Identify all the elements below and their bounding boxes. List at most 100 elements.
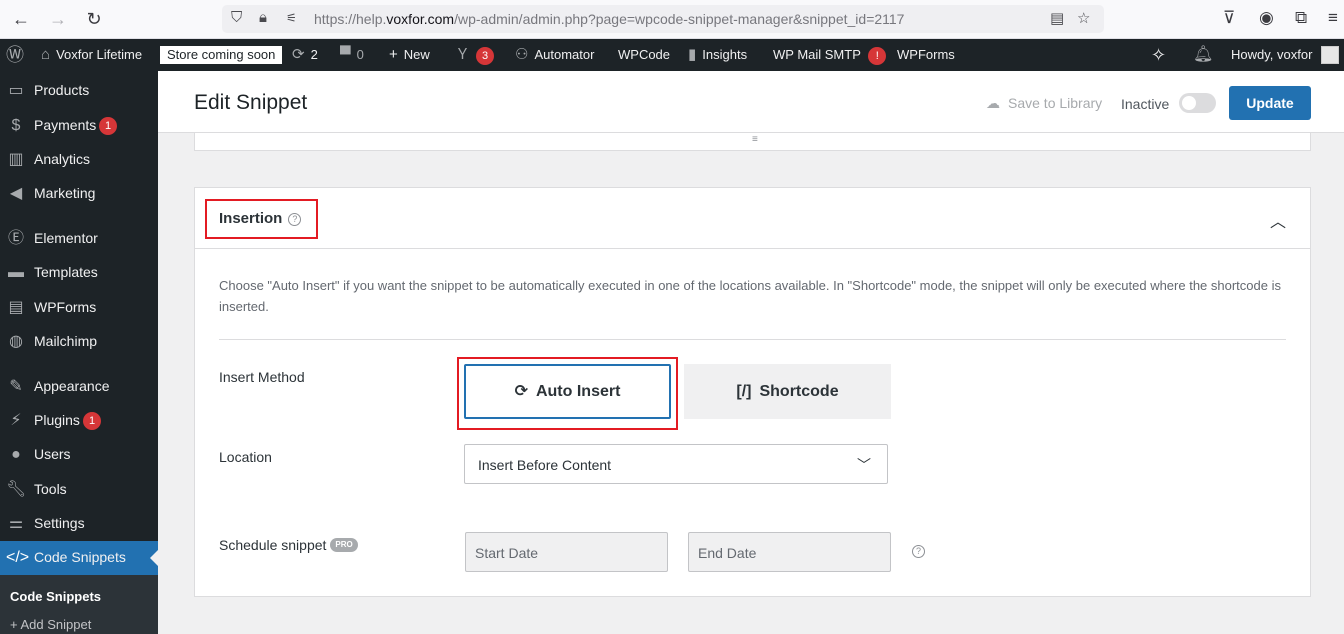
insertion-description: Choose "Auto Insert" if you want the sni… [219,278,1281,314]
elementor-icon: Ⓔ [7,230,24,247]
schedule-snippet-label: Schedule snippet PRO [219,537,358,553]
sidebar-item-analytics[interactable]: ▥ Analytics [0,143,158,177]
address-bar[interactable]: ⛉ 🔒︎ ⚟ https://help.voxfor.com/wp-admin/… [222,5,1104,33]
plugins-count-badge: 1 [83,412,101,430]
sidebar-item-payments[interactable]: $ Payments 1 [0,109,158,143]
account-icon[interactable]: ◉ [1259,8,1274,28]
notifications-bell-icon[interactable]: 🔔︎ [1193,39,1213,71]
code-editor-panel-bottom: ≡ [194,133,1311,151]
location-select[interactable]: Insert Before Content ﹀ [464,444,888,484]
wp-mail-smtp-link[interactable]: WP Mail SMTP ! [773,39,887,71]
page-header: Edit Snippet ☁ Save to Library Inactive U… [158,71,1344,133]
reader-view-icon[interactable]: ▤ [1050,9,1064,27]
wrench-icon: 🔧︎ [6,481,27,498]
start-date-input[interactable]: Start Date [465,532,668,572]
forward-icon[interactable]: → [47,8,69,30]
resize-handle-icon[interactable]: ≡ [752,134,758,145]
chevron-down-icon: ﹀ [857,457,871,473]
megaphone-icon: ◀ [9,185,23,202]
active-toggle[interactable] [1179,93,1216,113]
yoast-icon: Ｙ [455,46,471,63]
highlight-box [205,199,318,239]
archive-icon: ▭ [8,82,24,99]
end-date-input[interactable]: End Date [688,532,891,572]
submenu-item-code-snippets[interactable]: Code Snippets [10,589,101,604]
updates-link[interactable]: ⟳ 2 [292,39,318,71]
insertion-panel-header[interactable]: Insertion? ︿ [195,188,1310,249]
sidebar-item-appearance[interactable]: ✎ Appearance [0,370,158,404]
insertion-panel: Insertion? ︿ Choose "Auto Insert" if you… [194,187,1311,597]
url-text: https://help.voxfor.com/wp-admin/admin.p… [314,11,905,27]
plug-icon: ⚡ [10,412,22,429]
sidebar-item-mailchimp[interactable]: ◍ Mailchimp [0,325,158,359]
extensions-icon[interactable]: ⧉ [1295,8,1307,28]
bar-chart-icon: ▥ [8,151,24,168]
new-content-link[interactable]: + New [389,39,430,71]
pocket-icon[interactable]: ⊽ [1223,8,1235,28]
comments-link[interactable]: ▀ 0 [340,39,364,71]
wpforms-link[interactable]: WPForms [897,39,955,71]
pro-badge: PRO [330,538,358,552]
bookmark-star-icon[interactable]: ☆ [1077,9,1090,27]
sparkle-icon[interactable]: ✧ [1151,39,1166,71]
shortcode-icon: [/] [736,383,752,400]
chevron-up-icon[interactable]: ︿ [1270,208,1286,232]
sidebar-item-products[interactable]: ▭ Products [0,74,158,108]
location-selected-value: Insert Before Content [478,457,612,473]
admin-sidebar: ▭ Products $ Payments 1 ▥ Analytics ◀ Marketi… [0,71,158,634]
plus-icon: + [389,46,398,63]
yoast-link[interactable]: Ｙ3 [455,39,495,71]
wpcode-link[interactable]: WPCode [618,39,670,71]
account-menu[interactable]: Howdy, voxfor [1231,39,1312,71]
status-label: Inactive [1121,96,1170,112]
page-title: Edit Snippet [194,91,308,114]
sidebar-item-settings[interactable]: ⚌ Settings [0,507,158,541]
store-status-badge[interactable]: Store coming soon [160,46,283,64]
home-icon: ⌂ [41,46,51,63]
highlight-box [457,357,678,430]
save-to-library-button[interactable]: ☁ Save to Library [986,95,1102,112]
site-name-link[interactable]: ⌂ Voxfor Lifetime [41,39,142,71]
bar-chart-icon: ▮ [688,46,697,63]
help-icon[interactable]: ? [912,545,925,558]
comment-icon: ▀ [340,46,351,63]
sidebar-item-code-snippets[interactable]: </> Code Snippets [0,541,158,575]
form-icon: ▤ [8,299,24,316]
sidebar-item-elementor[interactable]: Ⓔ Elementor [0,222,158,256]
shortcode-button[interactable]: [/] Shortcode [684,364,891,419]
paintbrush-icon: ✎ [9,378,23,395]
sidebar-item-users[interactable]: ● Users [0,438,158,472]
permissions-icon: ⚟ [286,11,297,25]
folder-icon: ▬ [8,264,24,281]
updates-icon: ⟳ [292,46,305,63]
wordpress-logo-icon[interactable]: Ⓦ [6,39,24,71]
update-button[interactable]: Update [1229,86,1311,120]
sliders-icon: ⚌ [8,515,24,532]
payments-count-badge: 1 [99,117,117,135]
avatar[interactable] [1321,46,1339,64]
shield-icon: ⛉ [231,9,243,26]
user-icon: ● [11,446,21,463]
back-icon[interactable]: ← [10,8,32,30]
insert-method-label: Insert Method [219,369,305,385]
wp-admin-bar: Ⓦ ⌂ Voxfor Lifetime Store coming soon ⟳ 2 … [0,39,1344,71]
sidebar-item-wpforms[interactable]: ▤ WPForms [0,291,158,325]
reload-icon[interactable]: ↻ [83,8,105,30]
robot-icon: ⚇ [515,46,529,63]
sidebar-item-templates[interactable]: ▬ Templates [0,256,158,290]
automator-link[interactable]: ⚇ Automator [515,39,594,71]
menu-icon[interactable]: ≡ [1328,8,1338,28]
code-icon: </> [6,549,30,566]
mailchimp-icon: ◍ [9,333,23,350]
submenu-item-add-snippet[interactable]: + Add Snippet [10,617,91,632]
browser-toolbar: ← → ↻ ⛉ 🔒︎ ⚟ https://help.voxfor.com/wp-… [0,0,1344,39]
insights-link[interactable]: ▮ Insights [688,39,747,71]
cloud-icon: ☁ [986,95,1000,111]
sidebar-item-plugins[interactable]: ⚡ Plugins 1 [0,404,158,438]
sidebar-item-marketing[interactable]: ◀ Marketing [0,177,158,211]
code-snippets-submenu: Code Snippets + Add Snippet [0,575,158,634]
dollar-icon: $ [11,117,21,134]
lock-icon: 🔒︎ [259,9,267,26]
sidebar-item-tools[interactable]: 🔧︎ Tools [0,473,158,507]
divider [219,339,1286,340]
